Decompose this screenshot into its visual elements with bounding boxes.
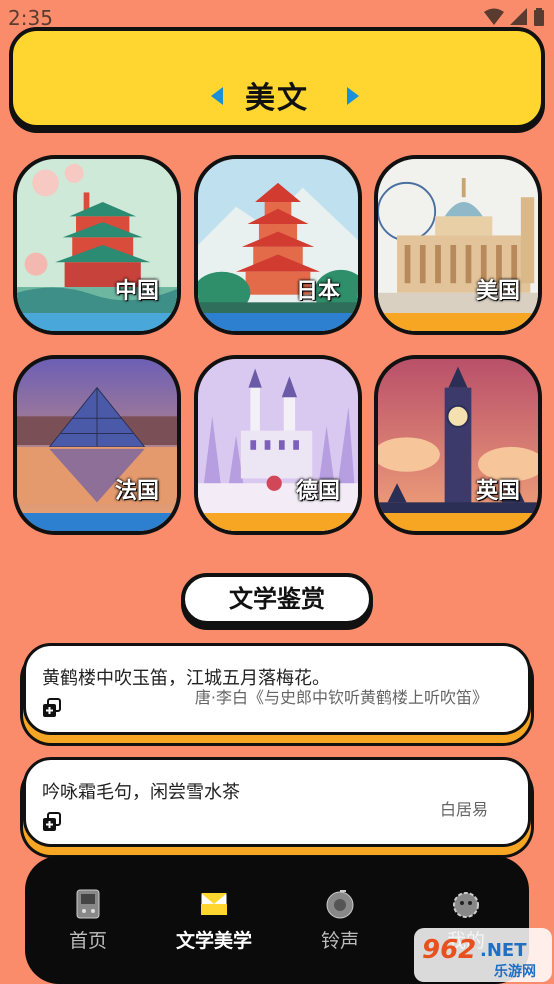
china-scene-image <box>17 159 177 331</box>
france-scene-image <box>17 359 177 531</box>
japan-scene-image <box>198 159 358 331</box>
uk-scene-image <box>378 359 538 531</box>
quote-text: 吟咏霜毛句，闲尝雪水茶 <box>42 782 240 803</box>
quote-author: 白居易 <box>439 800 488 819</box>
germany-scene-image <box>198 359 358 531</box>
country-card-france[interactable]: 法国 <box>13 355 181 535</box>
svg-text:乐游网: 乐游网 <box>494 963 536 980</box>
tab-literature[interactable]: 文学美学 <box>164 888 264 953</box>
country-card-china[interactable]: 中国 <box>13 155 181 335</box>
country-card-japan[interactable]: 日本 <box>194 155 362 335</box>
usa-scene-image <box>378 159 538 331</box>
next-arrow-icon[interactable] <box>347 87 359 105</box>
country-label: 中国 <box>114 279 159 304</box>
copy-icon[interactable] <box>42 698 62 718</box>
country-card-uk[interactable]: 英国 <box>374 355 542 535</box>
card-strip <box>17 313 177 331</box>
tab-label: 文学美学 <box>175 930 252 952</box>
copy-icon[interactable] <box>42 812 62 832</box>
tab-label: 铃声 <box>320 930 359 952</box>
gameboy-icon <box>72 888 104 920</box>
tab-label: 首页 <box>68 930 107 952</box>
svg-text:.NET: .NET <box>480 940 527 961</box>
quote-card[interactable]: 吟咏霜毛句，闲尝雪水茶 白居易 <box>23 757 531 847</box>
section-title: 文学鉴赏 <box>181 573 373 625</box>
battery-icon <box>534 8 544 30</box>
country-card-germany[interactable]: 德国 <box>194 355 362 535</box>
tab-home[interactable]: 首页 <box>38 888 138 953</box>
quote-author: 唐·李白《与史郎中钦听黄鹤楼上听吹笛》 <box>194 688 488 707</box>
page-title: 美文 <box>245 81 309 116</box>
envelope-icon <box>198 888 230 920</box>
country-label: 日本 <box>295 279 340 304</box>
watermark-logo: 962 .NET 乐游网 <box>414 928 552 982</box>
quote-card[interactable]: 黄鹤楼中吹玉笛，江城五月落梅花。 唐·李白《与史郎中钦听黄鹤楼上听吹笛》 <box>23 643 531 735</box>
card-strip <box>198 313 358 331</box>
card-strip <box>378 513 538 531</box>
country-label: 美国 <box>475 279 520 304</box>
card-strip <box>378 313 538 331</box>
music-disc-icon <box>324 888 356 920</box>
country-label: 英国 <box>475 479 520 504</box>
card-strip <box>17 513 177 531</box>
card-strip <box>198 513 358 531</box>
country-card-usa[interactable]: 美国 <box>374 155 542 335</box>
country-label: 德国 <box>295 479 340 504</box>
header-banner: 美文 <box>9 27 545 129</box>
gear-face-icon <box>450 888 482 920</box>
tab-ringtone[interactable]: 铃声 <box>290 888 390 953</box>
svg-text:962: 962 <box>422 935 476 965</box>
country-label: 法国 <box>114 479 159 504</box>
